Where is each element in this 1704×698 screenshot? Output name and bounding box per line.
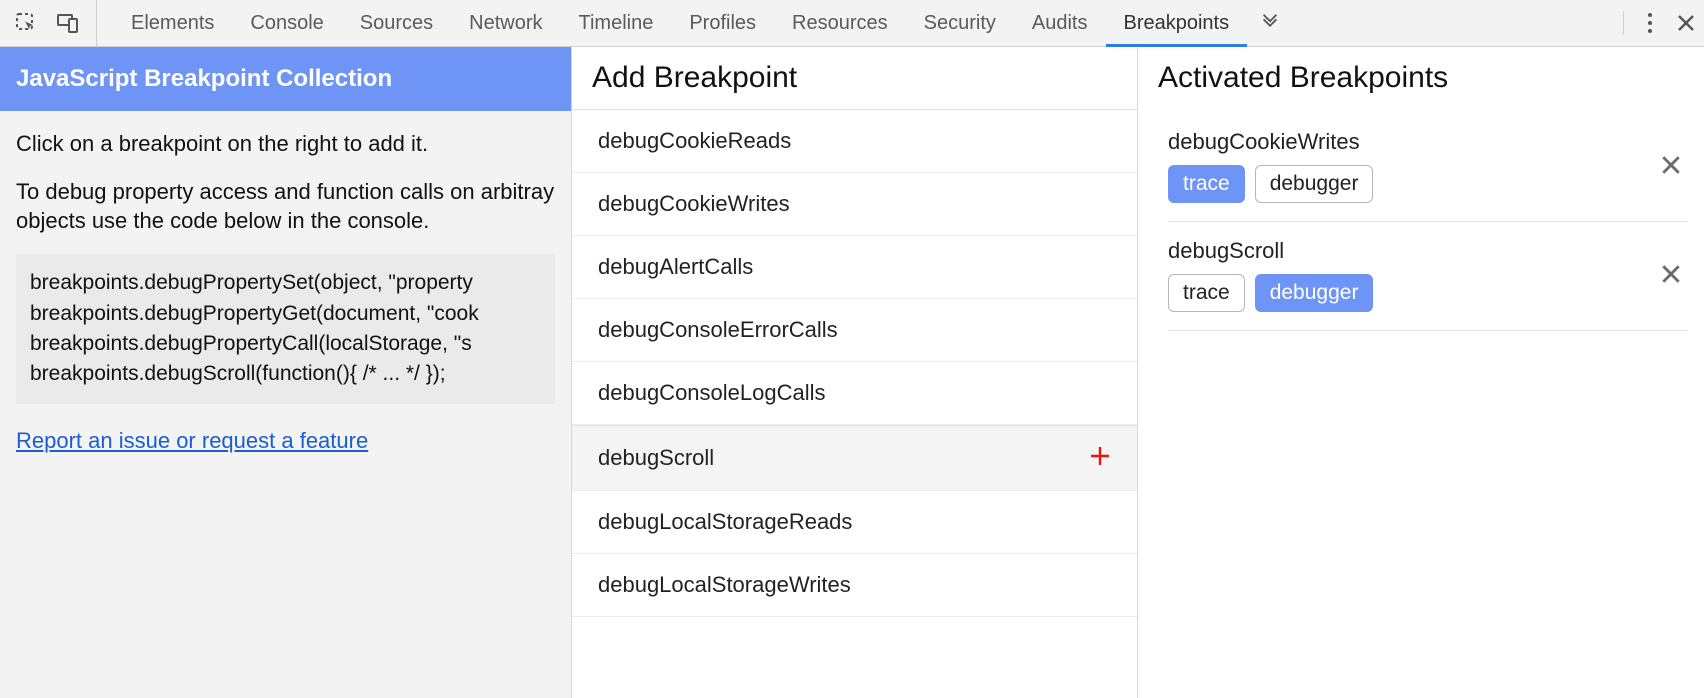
mode-debugger-button[interactable]: debugger — [1255, 165, 1374, 203]
mode-trace-button[interactable]: trace — [1168, 165, 1245, 203]
tab-label: Profiles — [689, 12, 756, 35]
tab-security[interactable]: Security — [906, 0, 1014, 46]
tab-timeline[interactable]: Timeline — [561, 0, 672, 46]
tab-audits[interactable]: Audits — [1014, 0, 1106, 46]
mode-toggle: trace debugger — [1168, 165, 1688, 203]
remove-breakpoint-icon[interactable] — [1660, 154, 1682, 180]
breakpoint-item[interactable]: debugCookieWrites — [572, 173, 1137, 236]
devtools-tabs: Elements Console Sources Network Timelin… — [113, 0, 1611, 46]
left-panel: JavaScript Breakpoint Collection Click o… — [0, 47, 572, 698]
mode-debugger-button[interactable]: debugger — [1255, 274, 1374, 312]
activated-list: debugCookieWrites trace debugger debugSc… — [1138, 109, 1704, 331]
tab-resources[interactable]: Resources — [774, 0, 906, 46]
tabs-overflow-button[interactable] — [1247, 0, 1293, 46]
breakpoint-item[interactable]: debugScroll — [572, 425, 1137, 491]
breakpoint-item[interactable]: debugConsoleErrorCalls — [572, 299, 1137, 362]
tab-label: Elements — [131, 12, 214, 35]
device-toggle-icon[interactable] — [56, 11, 80, 35]
breakpoint-name: debugCookieReads — [598, 128, 791, 154]
activated-name: debugCookieWrites — [1168, 129, 1688, 155]
intro-text-1: Click on a breakpoint on the right to ad… — [16, 129, 555, 159]
add-icon — [1089, 444, 1111, 472]
tab-label: Audits — [1032, 12, 1088, 35]
tab-label: Breakpoints — [1124, 12, 1230, 35]
activated-item: debugCookieWrites trace debugger — [1168, 113, 1688, 222]
inspect-element-icon[interactable] — [14, 11, 38, 35]
tab-label: Sources — [360, 12, 433, 35]
toolbar-right-icons — [1611, 0, 1696, 46]
activated-name: debugScroll — [1168, 238, 1688, 264]
breakpoint-item[interactable]: debugLocalStorageReads — [572, 491, 1137, 554]
breakpoint-list: debugCookieReads debugCookieWrites debug… — [572, 110, 1137, 617]
tab-profiles[interactable]: Profiles — [671, 0, 774, 46]
tab-elements[interactable]: Elements — [113, 0, 232, 46]
toolbar-divider — [1623, 11, 1624, 35]
report-issue-link[interactable]: Report an issue or request a feature — [16, 428, 368, 453]
add-breakpoint-title: Add Breakpoint — [572, 47, 1137, 110]
breakpoint-item[interactable]: debugConsoleLogCalls — [572, 362, 1137, 425]
breakpoint-name: debugConsoleErrorCalls — [598, 317, 838, 343]
activated-breakpoints-panel: Activated Breakpoints debugCookieWrites … — [1138, 47, 1704, 698]
tab-sources[interactable]: Sources — [342, 0, 451, 46]
add-breakpoint-panel: Add Breakpoint debugCookieReads debugCoo… — [572, 47, 1138, 698]
breakpoint-name: debugLocalStorageReads — [598, 509, 852, 535]
tab-breakpoints[interactable]: Breakpoints — [1106, 0, 1248, 46]
devtools-toolbar: Elements Console Sources Network Timelin… — [0, 0, 1704, 47]
breakpoint-item[interactable]: debugAlertCalls — [572, 236, 1137, 299]
code-line: breakpoints.debugScroll(function(){ /* .… — [30, 359, 541, 389]
tab-network[interactable]: Network — [451, 0, 560, 46]
tab-console[interactable]: Console — [232, 0, 341, 46]
breakpoint-item[interactable]: debugLocalStorageWrites — [572, 554, 1137, 617]
tab-label: Console — [250, 12, 323, 35]
breakpoint-name: debugCookieWrites — [598, 191, 790, 217]
left-panel-body: Click on a breakpoint on the right to ad… — [0, 111, 571, 454]
tab-label: Resources — [792, 12, 888, 35]
breakpoint-name: debugAlertCalls — [598, 254, 753, 280]
breakpoint-item[interactable]: debugCookieReads — [572, 110, 1137, 173]
mode-toggle: trace debugger — [1168, 274, 1688, 312]
breakpoint-name: debugLocalStorageWrites — [598, 572, 851, 598]
breakpoint-name: debugScroll — [598, 445, 714, 471]
mode-trace-button[interactable]: trace — [1168, 274, 1245, 312]
tab-label: Security — [924, 12, 996, 35]
close-devtools-icon[interactable] — [1676, 13, 1696, 33]
toolbar-left-icons — [14, 0, 97, 46]
code-example: breakpoints.debugPropertySet(object, "pr… — [16, 254, 555, 404]
main-columns: JavaScript Breakpoint Collection Click o… — [0, 47, 1704, 698]
breakpoint-name: debugConsoleLogCalls — [598, 380, 826, 406]
activated-breakpoints-title: Activated Breakpoints — [1138, 47, 1704, 109]
tab-label: Network — [469, 12, 542, 35]
tab-label: Timeline — [579, 12, 654, 35]
left-panel-title: JavaScript Breakpoint Collection — [0, 47, 571, 111]
code-line: breakpoints.debugPropertyCall(localStora… — [30, 329, 541, 359]
activated-item: debugScroll trace debugger — [1168, 222, 1688, 331]
intro-text-2: To debug property access and function ca… — [16, 177, 555, 236]
remove-breakpoint-icon[interactable] — [1660, 263, 1682, 289]
code-line: breakpoints.debugPropertySet(object, "pr… — [30, 268, 541, 298]
code-line: breakpoints.debugPropertyGet(document, "… — [30, 299, 541, 329]
kebab-menu-icon[interactable] — [1646, 12, 1654, 34]
